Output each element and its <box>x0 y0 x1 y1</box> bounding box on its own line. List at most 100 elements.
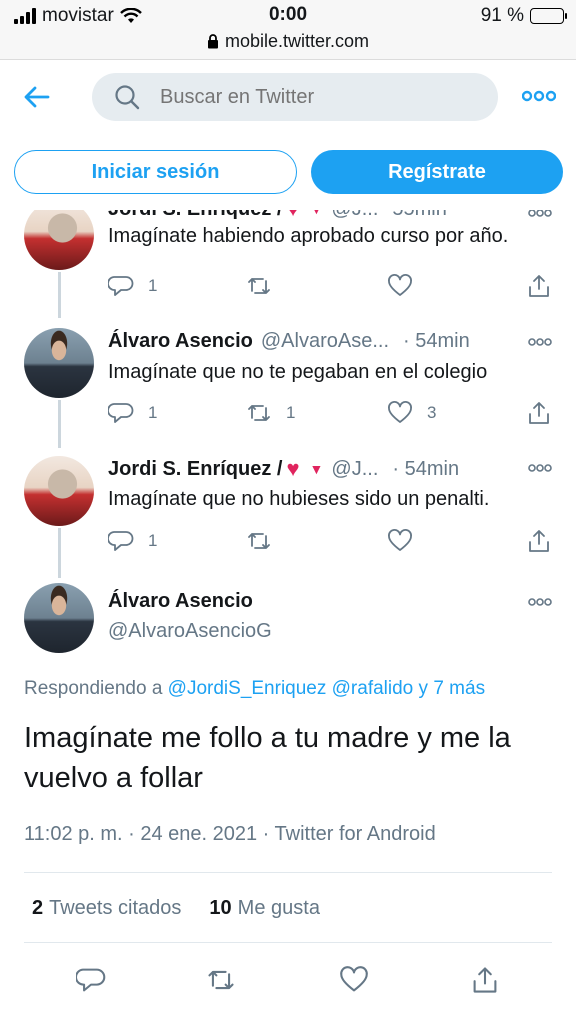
like-icon <box>388 401 412 423</box>
tweet-thread: Jordi S. Enríquez / ♥ ▼ @J... 55min Imag… <box>0 210 576 1024</box>
thread-line <box>58 272 61 318</box>
like-action[interactable] <box>387 528 427 554</box>
search-icon <box>115 85 140 110</box>
likes-stat[interactable]: 10 Me gusta <box>209 897 320 920</box>
address-bar[interactable]: mobile.twitter.com <box>0 31 576 52</box>
tweet-actions: 1 <box>108 528 552 554</box>
divider <box>24 942 552 943</box>
lock-icon <box>207 34 218 49</box>
replying-to-users[interactable]: @JordiS_Enriquez @rafalido <box>168 678 414 699</box>
tweet-more-icon[interactable] <box>528 463 552 473</box>
red-triangle-emoji: ▼ <box>310 210 324 217</box>
red-triangle-emoji: ▼ <box>309 461 324 477</box>
retweet-icon <box>248 405 270 421</box>
signup-button[interactable]: Regístrate <box>311 150 563 194</box>
search-input[interactable] <box>160 85 460 109</box>
search-bar[interactable] <box>92 73 498 121</box>
tweet-header: Álvaro Asencio @AlvaroAse... · 54min <box>108 330 470 353</box>
share-action[interactable] <box>526 273 552 299</box>
replying-to-label: Respondiendo a <box>24 678 163 699</box>
avatar[interactable] <box>24 456 94 526</box>
reply-action[interactable]: 1 <box>108 400 157 426</box>
quotes-label: Tweets citados <box>49 897 182 919</box>
reply-icon <box>108 531 134 551</box>
quotes-stat[interactable]: 2 Tweets citados <box>32 897 181 920</box>
tweet-more-icon[interactable] <box>528 210 552 218</box>
avatar[interactable] <box>24 210 94 270</box>
url-text: mobile.twitter.com <box>224 31 370 51</box>
replying-to-more[interactable]: y 7 más <box>419 678 486 699</box>
back-arrow-icon[interactable] <box>22 82 52 112</box>
avatar[interactable] <box>24 583 94 653</box>
like-icon <box>388 274 412 296</box>
author-name[interactable]: Álvaro Asencio <box>108 590 253 613</box>
red-heart-emoji: ♥ <box>286 456 300 481</box>
likes-label: Me gusta <box>237 897 320 919</box>
retweet-icon <box>248 533 270 549</box>
like-icon <box>388 529 412 551</box>
tweet-handle-row: @AlvaroAsencioG <box>108 620 272 643</box>
retweet-icon[interactable] <box>206 965 236 995</box>
tweet-more-icon[interactable] <box>528 337 552 347</box>
tweet-text: Imagínate habiendo aprobado curso por añ… <box>108 225 509 247</box>
author-name[interactable]: Jordi S. Enríquez / <box>108 210 282 221</box>
reply-icon <box>108 403 134 423</box>
tweet-text: Imagínate que no hubieses sido un penalt… <box>108 488 490 510</box>
retweet-action[interactable] <box>246 273 286 299</box>
tweet-meta: 11:02 p. m. · 24 ene. 2021 · Twitter for… <box>24 823 436 845</box>
tweet-header: Jordi S. Enríquez / ♥ ▼ @J... · 54min <box>108 456 459 482</box>
like-action[interactable]: 3 <box>387 400 436 426</box>
author-handle[interactable]: @AlvaroAsencioG <box>108 620 272 643</box>
author-name[interactable]: Jordi S. Enríquez / <box>108 458 282 481</box>
share-action[interactable] <box>526 528 552 554</box>
author-handle[interactable]: @AlvaroAse... <box>261 330 389 353</box>
share-icon[interactable] <box>470 965 500 995</box>
tweet-time: · 54min <box>392 457 460 480</box>
tweet-actions: 1 <box>108 273 552 299</box>
retweet-action[interactable]: 1 <box>246 400 295 426</box>
tweet-time: 55min <box>392 210 446 221</box>
tweet-header: Jordi S. Enríquez / ♥ ▼ @J... 55min <box>108 210 447 222</box>
battery-percent: 91 % <box>480 5 524 26</box>
reply-action[interactable]: 1 <box>108 528 157 554</box>
like-icon[interactable] <box>339 965 369 995</box>
avatar[interactable] <box>24 328 94 398</box>
thread-line <box>58 528 61 578</box>
share-icon <box>529 402 549 424</box>
tweet-stats: 2 Tweets citados 10 Me gusta <box>32 897 320 920</box>
tweet-header: Álvaro Asencio <box>108 590 253 613</box>
replying-to: Respondiendo a @JordiS_Enriquez @rafalid… <box>24 678 485 700</box>
more-options-icon[interactable] <box>522 88 556 104</box>
tweet-more-icon[interactable] <box>528 597 552 607</box>
retweet-icon <box>248 278 270 294</box>
tweet-actions: 1 1 3 <box>108 400 552 426</box>
main-tweet-actions <box>76 965 516 995</box>
author-name[interactable]: Álvaro Asencio <box>108 330 253 353</box>
reply-count: 1 <box>148 403 158 422</box>
tweet-time: · 54min <box>403 330 470 352</box>
top-header: Iniciar sesión Regístrate <box>0 60 576 210</box>
retweet-action[interactable] <box>246 528 286 554</box>
share-icon <box>529 530 549 552</box>
author-handle[interactable]: @J... <box>331 458 378 481</box>
thread-line <box>58 400 61 448</box>
like-action[interactable] <box>387 273 427 299</box>
author-handle[interactable]: @J... <box>331 210 378 221</box>
reply-count: 1 <box>148 531 158 550</box>
quotes-count: 2 <box>32 897 44 919</box>
divider <box>24 872 552 873</box>
reply-icon[interactable] <box>76 965 106 995</box>
reply-icon <box>108 276 134 296</box>
battery-info: 91 % <box>480 5 567 27</box>
likes-count: 10 <box>209 897 232 919</box>
status-bar: movistar 0:00 91 % mobile.twitter.com <box>0 0 576 60</box>
reply-action[interactable]: 1 <box>108 273 157 299</box>
share-action[interactable] <box>526 400 552 426</box>
login-button[interactable]: Iniciar sesión <box>14 150 297 194</box>
retweet-count: 1 <box>286 403 296 422</box>
share-icon <box>529 275 549 297</box>
tweet-text: Imagínate que no te pegaban en el colegi… <box>108 361 488 383</box>
tweet-text: Imagínate me follo a tu madre y me la vu… <box>24 722 511 794</box>
like-count: 3 <box>427 403 437 422</box>
red-heart-emoji: ♥ <box>286 210 299 222</box>
